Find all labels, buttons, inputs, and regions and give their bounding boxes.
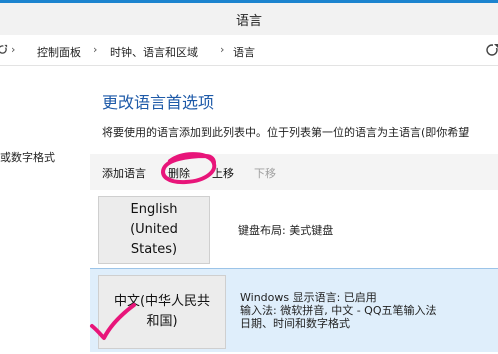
refresh-icon[interactable] [0,44,8,55]
breadcrumb-separator: › [11,43,16,56]
breadcrumb-clock-language-region[interactable]: 时钟、语言和区域 [110,44,198,60]
language-row-chinese[interactable]: 中文(中华人民共 和国) Windows 显示语言: 已启用 输入法: 微软拼音… [90,268,498,352]
language-tile-label: 和国) [146,314,178,329]
delete-button[interactable]: 删除 [168,165,190,181]
date-time-format-link[interactable]: 日期、时间和数字格式 [240,317,436,330]
breadcrumb-language[interactable]: 语言 [233,44,255,60]
display-language-text: Windows 显示语言: 已启用 [240,291,377,304]
refresh-icon[interactable] [485,43,498,57]
page-title: 更改语言首选项 [102,93,215,112]
language-details: 键盘布局: 美式键盘 [238,224,333,237]
language-tile-label: 中文(中华人民共 [113,294,211,309]
language-details: Windows 显示语言: 已启用 输入法: 微软拼音, 中文 - QQ五笔输入… [240,291,436,330]
input-method-text: 输入法: 微软拼音, 中文 - QQ五笔输入法 [240,304,437,317]
language-tile-label: English (United [130,202,178,237]
address-bar: › 控制面板 › 时钟、语言和区域 › 语言 [0,35,498,66]
add-language-button[interactable]: 添加语言 [102,165,146,181]
language-tile[interactable]: 中文(中华人民共 和国) [98,275,226,349]
title-accent-bar [0,0,498,3]
breadcrumb-separator: › [93,43,98,56]
move-down-button[interactable]: 下移 [254,165,276,181]
keyboard-layout-text: 键盘布局: 美式键盘 [238,224,334,237]
breadcrumb-separator: › [220,43,225,56]
page-description: 将要使用的语言添加到此列表中。位于列表第一位的语言为主语言(即你希望 [102,126,470,139]
window-title: 语言 [235,14,262,29]
language-tile[interactable]: English (United States) [98,196,210,264]
language-toolbar: 添加语言 删除 上移 下移 [90,154,498,190]
language-row-english[interactable]: English (United States) 键盘布局: 美式键盘 [90,190,498,268]
breadcrumb-control-panel[interactable]: 控制面板 [37,44,81,60]
title-bar: 语言 [0,0,498,35]
sidebar-link-fragment[interactable]: 或数字格式 [0,149,55,165]
language-tile-label: States) [130,242,178,257]
move-up-button[interactable]: 上移 [212,165,234,181]
language-window: 语言 › 控制面板 › 时钟、语言和区域 › 语言 或数字格式 更改语言首选项 … [0,0,498,354]
